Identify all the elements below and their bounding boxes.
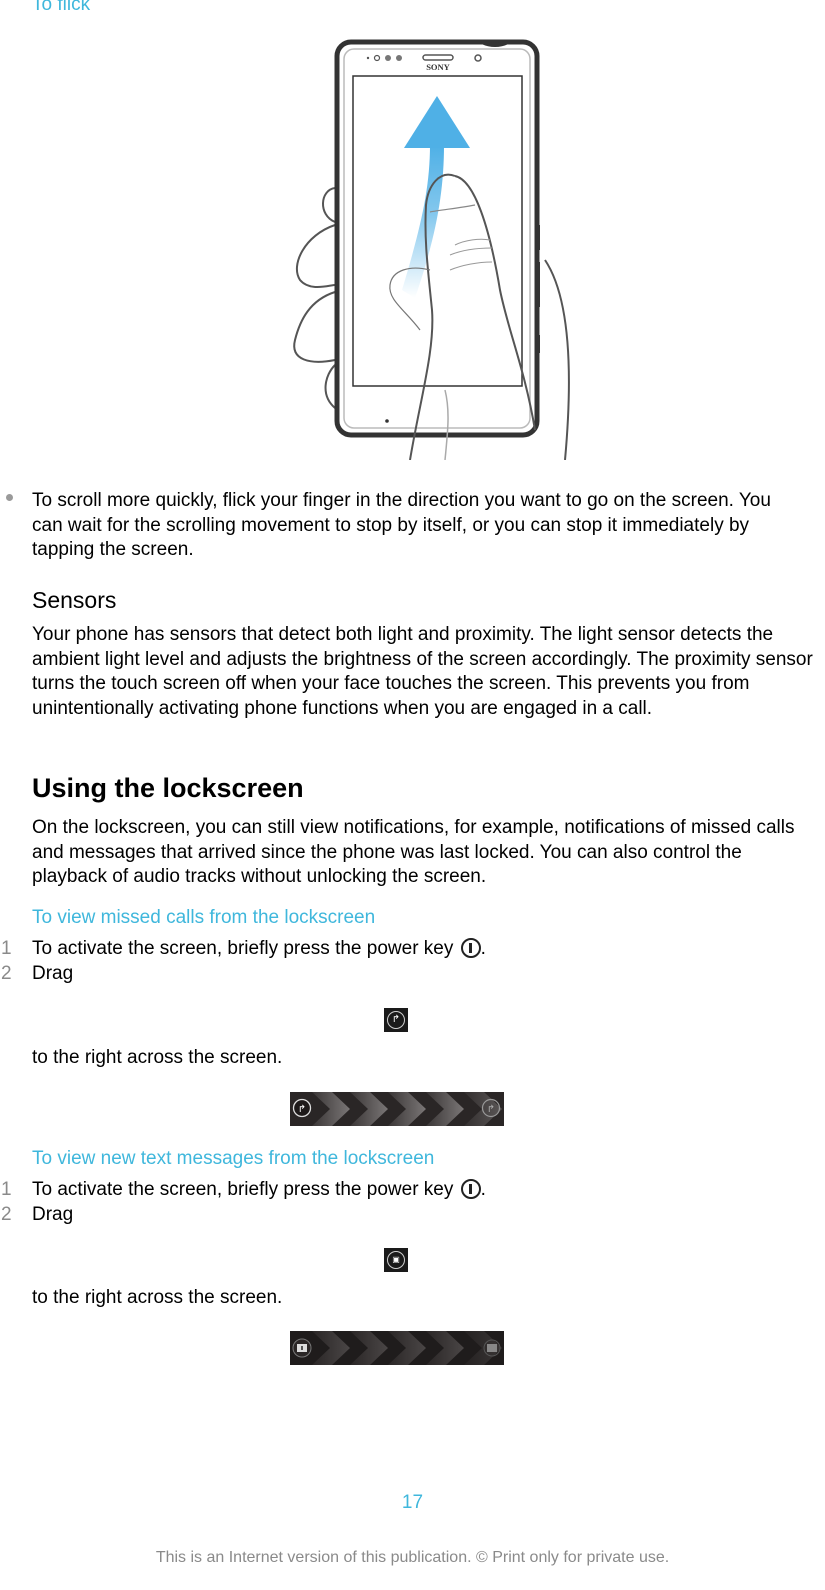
missed-call-slider[interactable]: ↱ ↱ (290, 1092, 504, 1126)
footer-notice: This is an Internet version of this publ… (155, 1549, 670, 1566)
step-suffix: . (480, 1179, 486, 1200)
step-text: To activate the screen, briefly press th… (32, 1179, 486, 1201)
page-number: 17 (401, 1492, 424, 1513)
message-icon: ▣ (384, 1248, 408, 1272)
section-heading-to-flick: To flick (32, 0, 91, 15)
step-text: To activate the screen, briefly press th… (32, 938, 486, 960)
bullet-dot (6, 494, 13, 501)
sony-logo: SONY (426, 62, 450, 72)
bullet-text: To scroll more quickly, flick your finge… (32, 490, 771, 560)
step-number: 1 (1, 1179, 12, 1200)
power-key-icon (460, 1179, 481, 1199)
power-key-icon (460, 938, 481, 958)
missed-call-icon: ↱ (384, 1008, 408, 1032)
step-number: 1 (1, 938, 12, 959)
slider-chevrons: ↱ ↱ (292, 1092, 502, 1126)
svg-text:↱: ↱ (487, 1104, 495, 1115)
step-number: 2 (1, 1204, 12, 1225)
message-glyph: ▣ (387, 1251, 405, 1269)
section-heading-sensors: Sensors (32, 587, 117, 613)
sensors-paragraph: Your phone has sensors that detect both … (32, 624, 813, 719)
step-continuation: to the right across the screen. (32, 1047, 283, 1068)
section-heading-lockscreen: Using the lockscreen (32, 773, 304, 803)
step-suffix: . (480, 938, 486, 959)
step-text-content: To activate the screen, briefly press th… (32, 1179, 454, 1200)
svg-text:↱: ↱ (298, 1104, 306, 1115)
step-text: Drag (32, 963, 74, 984)
procedure-title-text-messages: To view new text messages from the locks… (32, 1148, 435, 1169)
step-number: 2 (1, 963, 12, 984)
missed-call-glyph: ↱ (387, 1011, 405, 1029)
message-slider[interactable] (290, 1331, 504, 1365)
step-text-content: To activate the screen, briefly press th… (32, 938, 454, 959)
slider-chevrons (292, 1331, 502, 1365)
procedure-title-missed-calls: To view missed calls from the lockscreen (32, 907, 376, 928)
flick-illustration: SONY (293, 39, 570, 460)
hand-fingers (293, 187, 336, 409)
lockscreen-paragraph: On the lockscreen, you can still view no… (32, 817, 795, 887)
step-continuation: to the right across the screen. (32, 1287, 283, 1308)
step-text: Drag (32, 1204, 74, 1225)
